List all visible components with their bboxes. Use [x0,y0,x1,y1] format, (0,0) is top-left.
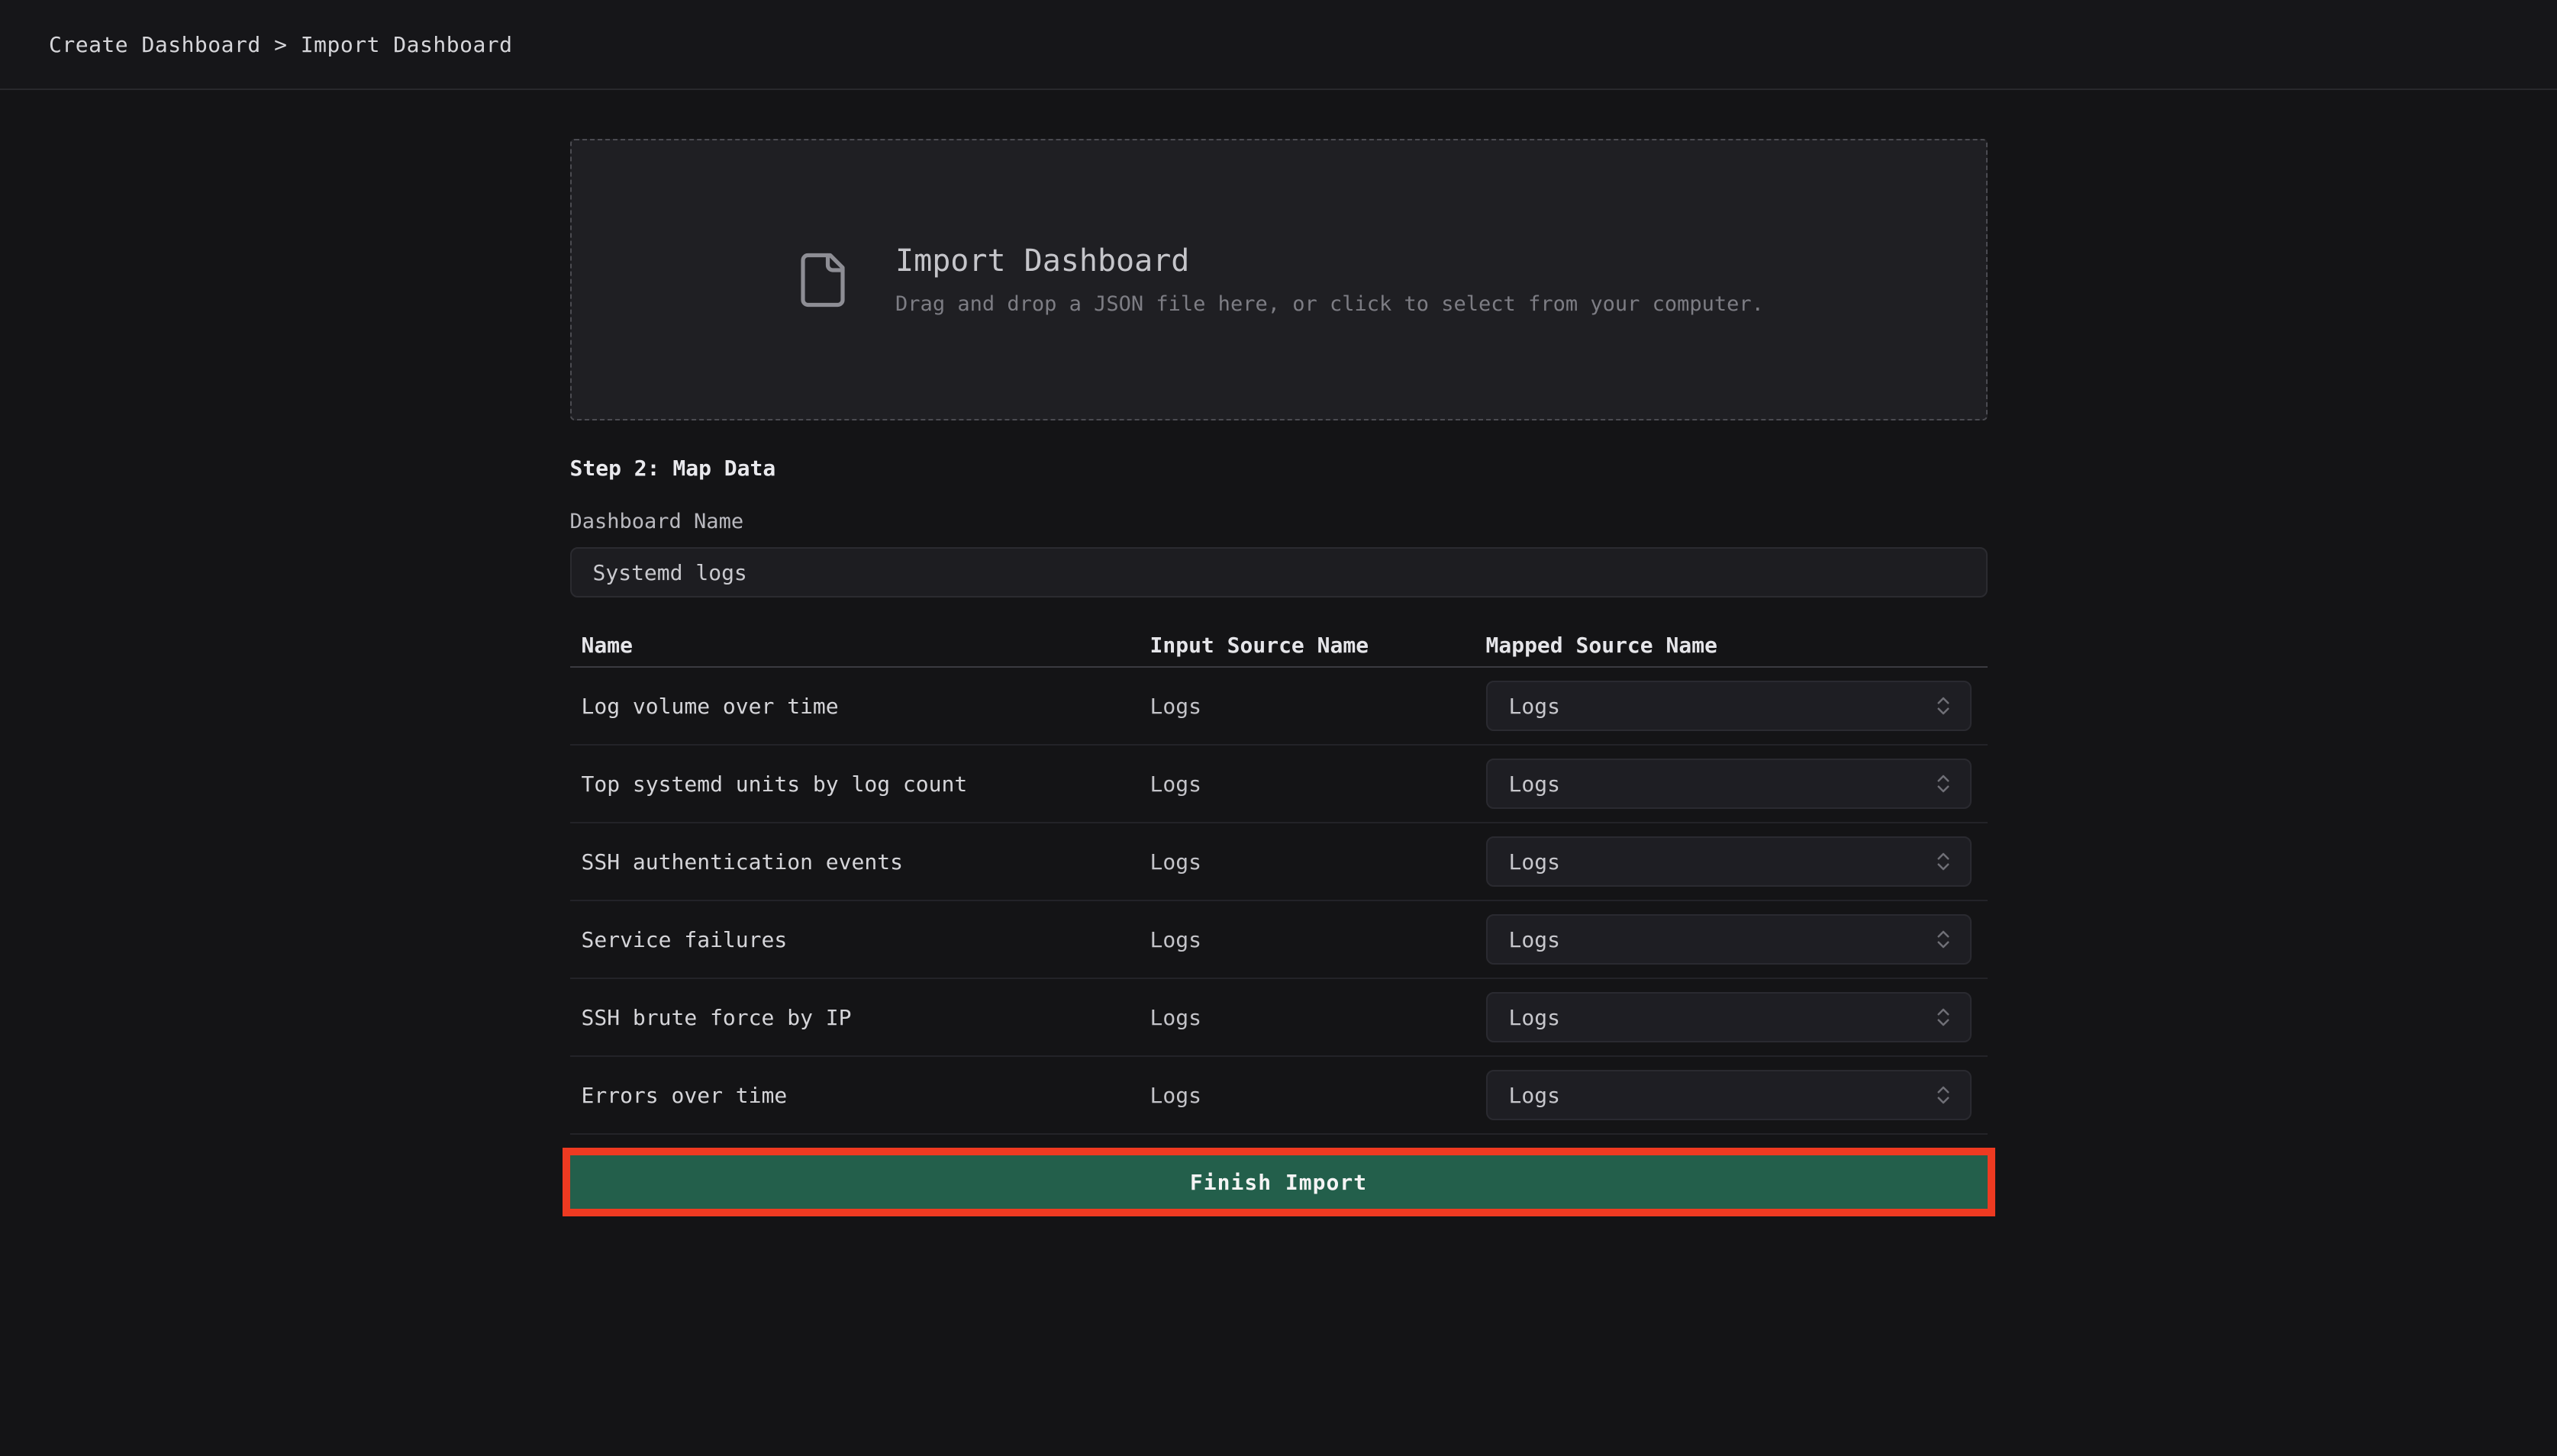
import-wizard: Import Dashboard Drag and drop a JSON fi… [570,139,1988,1216]
chevrons-up-down-icon [1932,694,1955,717]
row-name: Service failures [570,927,1150,952]
file-icon [793,243,853,317]
select-value: Logs [1509,927,1560,952]
mapped-source-select[interactable]: Logs [1486,992,1972,1042]
select-value: Logs [1509,849,1560,875]
mapped-source-select[interactable]: Logs [1486,914,1972,965]
mapped-source-select[interactable]: Logs [1486,759,1972,809]
row-input-source: Logs [1150,849,1486,875]
chevrons-up-down-icon [1932,928,1955,951]
select-value: Logs [1509,1083,1560,1108]
breadcrumb[interactable]: Create Dashboard > Import Dashboard [49,32,513,57]
table-row: SSH authentication events Logs Logs [570,823,1988,901]
table-row: Log volume over time Logs Logs [570,668,1988,746]
row-input-source: Logs [1150,1005,1486,1030]
chevrons-up-down-icon [1932,1006,1955,1029]
select-value: Logs [1509,771,1560,797]
row-input-source: Logs [1150,694,1486,719]
mapped-source-select[interactable]: Logs [1486,1070,1972,1120]
dashboard-name-label: Dashboard Name [570,510,1988,533]
finish-import-button[interactable]: Finish Import [570,1155,1988,1209]
row-input-source: Logs [1150,771,1486,797]
table-row: SSH brute force by IP Logs Logs [570,979,1988,1057]
header-mapped-source: Mapped Source Name [1486,633,1988,658]
dropzone-text: Import Dashboard Drag and drop a JSON fi… [895,243,1764,316]
table-row: Service failures Logs Logs [570,901,1988,979]
mapped-source-select[interactable]: Logs [1486,681,1972,731]
chevrons-up-down-icon [1932,850,1955,873]
row-input-source: Logs [1150,927,1486,952]
table-row: Top systemd units by log count Logs Logs [570,746,1988,823]
table-header-row: Name Input Source Name Mapped Source Nam… [570,623,1988,668]
select-value: Logs [1509,1005,1560,1030]
chevrons-up-down-icon [1932,1084,1955,1106]
header-input-source: Input Source Name [1150,633,1486,658]
dropzone-subtitle: Drag and drop a JSON file here, or click… [895,292,1764,316]
dashboard-name-input[interactable] [570,547,1988,598]
header-name: Name [570,633,1150,658]
row-name: Log volume over time [570,694,1150,719]
row-input-source: Logs [1150,1083,1486,1108]
table-row: Errors over time Logs Logs [570,1057,1988,1135]
select-value: Logs [1509,694,1560,719]
dropzone-title: Import Dashboard [895,243,1764,279]
row-name: SSH brute force by IP [570,1005,1150,1030]
file-dropzone[interactable]: Import Dashboard Drag and drop a JSON fi… [570,139,1988,420]
step-heading: Step 2: Map Data [570,456,1988,481]
row-name: SSH authentication events [570,849,1150,875]
mapped-source-select[interactable]: Logs [1486,836,1972,887]
chevrons-up-down-icon [1932,772,1955,795]
row-name: Top systemd units by log count [570,771,1150,797]
click-highlight: Finish Import [563,1148,1995,1216]
row-name: Errors over time [570,1083,1150,1108]
mapping-table: Name Input Source Name Mapped Source Nam… [570,623,1988,1135]
topbar: Create Dashboard > Import Dashboard [0,0,2557,90]
